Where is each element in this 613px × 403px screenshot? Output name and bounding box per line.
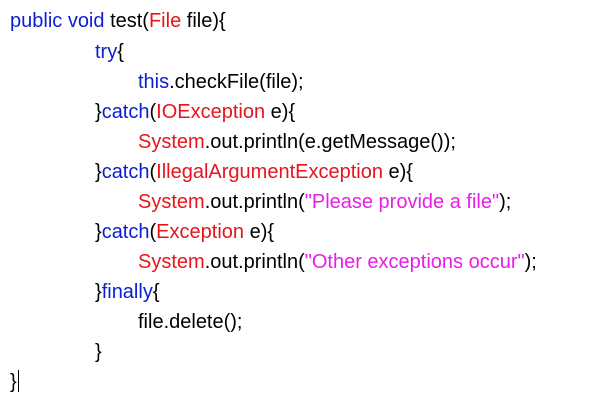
code-line[interactable]: System.out.println("Other exceptions occ… xyxy=(138,247,537,277)
code-token-plain: e){ xyxy=(265,101,296,123)
code-line[interactable]: } xyxy=(95,337,102,367)
code-token-plain: file.delete(); xyxy=(138,311,243,333)
code-line[interactable]: }catch(Exception e){ xyxy=(95,217,274,247)
code-token-plain: ); xyxy=(524,251,537,273)
code-token-keyword: catch xyxy=(101,161,150,183)
code-token-type: System xyxy=(138,131,205,153)
code-token-plain: } xyxy=(95,221,102,243)
code-token-keyword: try xyxy=(95,41,118,63)
code-token-plain: } xyxy=(95,341,102,363)
code-line[interactable]: this.checkFile(file); xyxy=(138,67,304,97)
code-token-plain: { xyxy=(117,41,124,63)
code-token-plain: { xyxy=(152,281,160,303)
code-token-keyword: finally xyxy=(101,281,153,303)
code-line[interactable]: System.out.println(e.getMessage()); xyxy=(138,127,456,157)
code-token-type: IOException xyxy=(156,101,266,123)
code-token-keyword: this xyxy=(138,71,170,93)
code-token-plain: e){ xyxy=(244,221,275,243)
code-token-type: System xyxy=(138,251,205,273)
code-token-plain: test( xyxy=(104,10,149,32)
code-token-keyword: catch xyxy=(101,101,150,123)
code-token-plain: } xyxy=(10,371,17,393)
code-token-plain: e){ xyxy=(382,161,413,183)
code-token-plain: .out.println( xyxy=(204,251,305,273)
code-token-plain: ); xyxy=(499,191,512,213)
code-line[interactable]: System.out.println("Please provide a fil… xyxy=(138,187,511,217)
text-cursor xyxy=(17,370,19,392)
code-token-type: IllegalArgumentException xyxy=(156,161,383,183)
code-token-keyword: catch xyxy=(101,221,150,243)
code-line[interactable]: }catch(IllegalArgumentException e){ xyxy=(95,157,413,187)
code-token-plain: .checkFile(file); xyxy=(169,71,304,93)
code-line[interactable]: }catch(IOException e){ xyxy=(95,97,295,127)
code-token-type: Exception xyxy=(156,221,245,243)
code-token-type: File xyxy=(148,10,182,32)
code-token-plain: file){ xyxy=(181,10,226,32)
code-token-plain: } xyxy=(95,161,102,183)
code-line[interactable]: } xyxy=(10,367,19,397)
code-line[interactable]: try{ xyxy=(95,37,124,67)
code-token-keyword: public void xyxy=(10,10,105,32)
code-line[interactable]: public void test(File file){ xyxy=(10,6,226,36)
code-editor[interactable]: public void test(File file){try{this.che… xyxy=(0,0,613,403)
code-token-plain: } xyxy=(95,281,102,303)
code-token-type: System xyxy=(138,191,205,213)
code-token-plain: } xyxy=(95,101,102,123)
code-token-string: "Please provide a file" xyxy=(304,191,500,213)
code-token-plain: .out.println(e.getMessage()); xyxy=(204,131,456,153)
code-line[interactable]: }finally{ xyxy=(95,277,160,307)
code-token-string: "Other exceptions occur" xyxy=(304,251,525,273)
code-line[interactable]: file.delete(); xyxy=(138,307,243,337)
code-token-plain: .out.println( xyxy=(204,191,305,213)
